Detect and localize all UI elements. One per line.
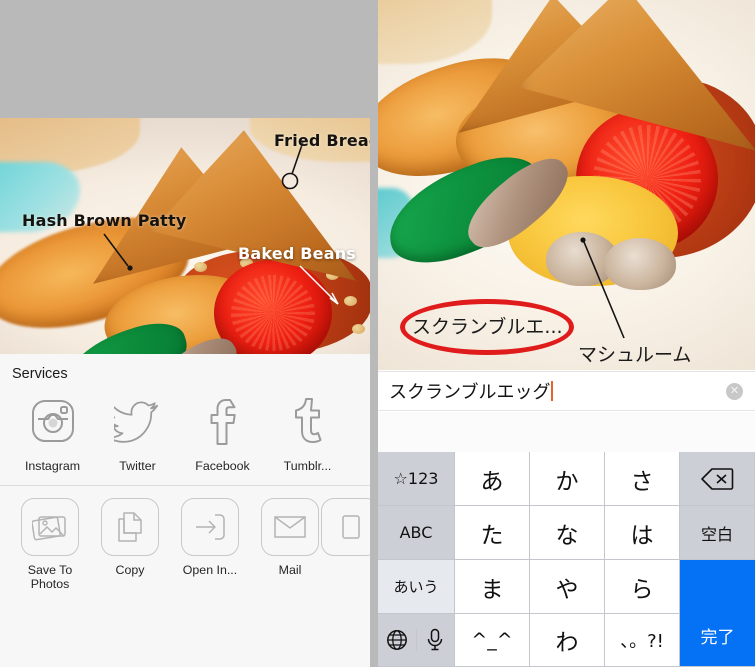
key-ha[interactable]: は xyxy=(605,506,680,560)
key-backspace[interactable] xyxy=(680,452,755,506)
left-panel: Fried Bread Hash Brown Patty Baked Beans… xyxy=(0,0,370,667)
actions-row: Save To Photos Copy Open In... Mail xyxy=(0,486,370,592)
right-panel: スクランブルエ... マシュルーム スクランブルエッグ ✕ ☆123 あ か さ… xyxy=(378,0,755,667)
key-punctuation[interactable]: 、。?! xyxy=(605,614,680,667)
microphone-icon xyxy=(428,628,443,651)
backspace-icon xyxy=(701,467,734,490)
action-label: Save To Photos xyxy=(28,563,73,592)
suggestion-bar[interactable] xyxy=(378,412,755,452)
key-wa[interactable]: わ xyxy=(530,614,605,667)
action-label-line1: Save To xyxy=(27,563,73,577)
key-ka[interactable]: か xyxy=(530,452,605,506)
key-sa[interactable]: さ xyxy=(605,452,680,506)
key-ra[interactable]: ら xyxy=(605,560,680,614)
text-input-value: スクランブルエッグ xyxy=(389,382,551,403)
service-label: Tumblr... xyxy=(283,459,332,473)
key-dictation[interactable] xyxy=(417,628,455,652)
key-ta[interactable]: た xyxy=(455,506,530,560)
open-in-icon xyxy=(181,498,239,556)
key-abc[interactable]: ABC xyxy=(378,506,455,560)
annotation-lines xyxy=(103,141,339,305)
action-mail[interactable]: Mail xyxy=(250,498,330,592)
japanese-keyboard: ☆123 あ か さ ABC た な は 空白 あいう ま や ら 完了 ^_^… xyxy=(378,452,755,667)
key-kana-mode[interactable]: あいう xyxy=(378,560,455,614)
facebook-icon xyxy=(192,390,254,452)
twitter-icon xyxy=(107,390,169,452)
action-save-to-photos[interactable]: Save To Photos xyxy=(10,498,90,592)
annotation-fried-bread: Fried Bread xyxy=(274,131,370,150)
clear-circle-icon[interactable]: ✕ xyxy=(726,382,743,400)
key-symbols[interactable]: ☆123 xyxy=(378,452,455,506)
text-input-field[interactable]: スクランブルエッグ ✕ xyxy=(378,371,755,411)
service-label: Facebook xyxy=(195,459,250,473)
action-label-line2: Photos xyxy=(30,577,70,592)
globe-icon xyxy=(386,630,407,650)
instagram-icon xyxy=(22,390,84,452)
key-na[interactable]: な xyxy=(530,506,605,560)
key-globe[interactable] xyxy=(378,629,417,651)
mail-icon xyxy=(261,498,319,556)
annotation-scrambled-egg: スクランブルエ... xyxy=(412,316,563,338)
action-label: Mail xyxy=(278,563,302,577)
key-ma[interactable]: ま xyxy=(455,560,530,614)
action-open-in[interactable]: Open In... xyxy=(170,498,250,592)
copy-icon xyxy=(101,498,159,556)
services-row: Instagram Twitter Facebook Tumblr... xyxy=(0,384,370,473)
services-heading: Services xyxy=(12,366,68,382)
action-more-partial[interactable] xyxy=(321,498,370,592)
annotation-hash-brown-patty: Hash Brown Patty xyxy=(22,211,187,230)
tumblr-icon xyxy=(277,390,339,452)
service-instagram[interactable]: Instagram xyxy=(10,390,95,473)
key-globe-dictation-pair xyxy=(378,614,455,667)
service-facebook[interactable]: Facebook xyxy=(180,390,265,473)
photos-icon xyxy=(21,498,79,556)
key-ya[interactable]: や xyxy=(530,560,605,614)
annotation-mushroom: マシュルーム xyxy=(578,344,692,366)
service-label: Instagram xyxy=(24,459,81,473)
service-label: Twitter xyxy=(119,459,156,473)
key-done[interactable]: 完了 xyxy=(680,560,755,667)
screen-root: Fried Bread Hash Brown Patty Baked Beans… xyxy=(0,0,755,667)
service-tumblr[interactable]: Tumblr... xyxy=(265,390,350,473)
action-copy[interactable]: Copy xyxy=(90,498,170,592)
annotation-baked-beans: Baked Beans xyxy=(238,244,357,263)
action-label: Open In... xyxy=(182,563,238,577)
key-a[interactable]: あ xyxy=(455,452,530,506)
share-sheet: Services Instagram Twitter Facebook Tumb… xyxy=(0,354,370,667)
key-space[interactable]: 空白 xyxy=(680,506,755,560)
action-label: Copy xyxy=(115,563,145,577)
right-photo[interactable]: スクランブルエ... マシュルーム xyxy=(378,0,755,370)
left-photo[interactable]: Fried Bread Hash Brown Patty Baked Beans xyxy=(0,118,370,354)
text-caret xyxy=(551,381,554,401)
key-emoticon[interactable]: ^_^ xyxy=(455,614,530,667)
more-icon xyxy=(321,498,370,556)
service-twitter[interactable]: Twitter xyxy=(95,390,180,473)
